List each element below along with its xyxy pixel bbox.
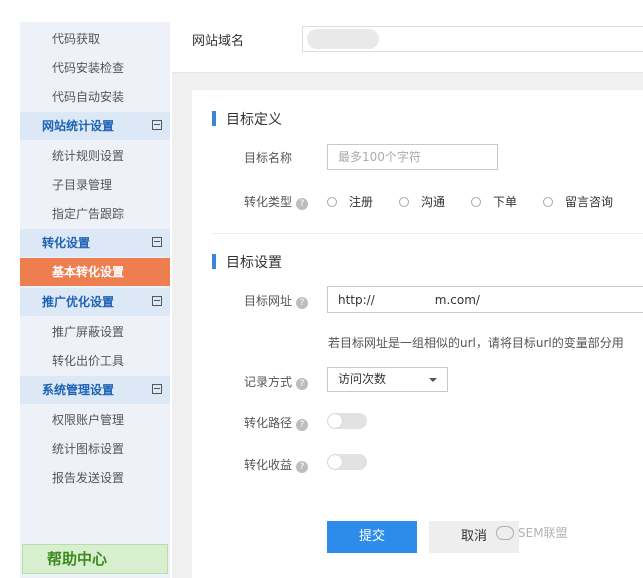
sidebar-group-promo[interactable]: 推广优化设置	[20, 288, 170, 316]
sidebar-group-conversion[interactable]: 转化设置	[20, 229, 170, 257]
conversion-path-toggle[interactable]	[327, 413, 367, 429]
sidebar-item-code-check[interactable]: 代码安装检查	[20, 54, 170, 82]
collapse-icon[interactable]	[152, 120, 162, 130]
sidebar-item-basic-conversion[interactable]: 基本转化设置	[20, 258, 170, 286]
toggle-knob	[328, 455, 342, 469]
sidebar-item-report-send[interactable]: 报告发送设置	[20, 464, 170, 492]
goal-name-input[interactable]	[327, 144, 498, 170]
sidebar-group-label: 系统管理设置	[42, 383, 115, 397]
watermark: SEM联盟	[496, 524, 568, 541]
help-icon[interactable]: ?	[296, 419, 309, 431]
sidebar: 代码获取 代码安装检查 代码自动安装 网站统计设置 统计规则设置 子目录管理 指…	[20, 22, 170, 578]
section-divider	[212, 233, 643, 234]
record-method-label: 记录方式?	[244, 373, 309, 390]
help-icon[interactable]: ?	[296, 297, 309, 309]
domain-input[interactable]	[302, 26, 643, 52]
radio-circle	[543, 196, 553, 207]
radio-circle	[399, 196, 409, 207]
radio-circle	[327, 196, 337, 207]
radio-circle	[471, 196, 481, 207]
target-url-label: 目标网址?	[244, 292, 309, 309]
section-title-goal-definition: 目标定义	[212, 109, 282, 129]
help-icon[interactable]: ?	[296, 198, 309, 210]
sidebar-item-stat-icon[interactable]: 统计图标设置	[20, 435, 170, 463]
target-url-input[interactable]	[327, 286, 643, 313]
radio-order[interactable]: 下单	[471, 193, 517, 210]
redacted-domain	[307, 29, 379, 49]
sidebar-item-code-auto-install[interactable]: 代码自动安装	[20, 83, 170, 111]
url-hint-text: 若目标网址是一组相似的url，请将目标url的变量部分用	[328, 336, 624, 350]
sidebar-group-system[interactable]: 系统管理设置	[20, 376, 170, 404]
toggle-knob	[328, 414, 342, 428]
radio-register[interactable]: 注册	[327, 193, 373, 210]
conversion-type-label: 转化类型?	[244, 193, 309, 210]
radio-communicate[interactable]: 沟通	[399, 193, 445, 210]
domain-bar: 网站域名	[172, 0, 643, 73]
sidebar-item-code-get[interactable]: 代码获取	[20, 25, 170, 53]
help-center-button[interactable]: 帮助中心	[22, 544, 168, 574]
sidebar-item-bid-tool[interactable]: 转化出价工具	[20, 347, 170, 375]
sidebar-item-stat-rules[interactable]: 统计规则设置	[20, 142, 170, 170]
conversion-path-label: 转化路径?	[244, 414, 309, 431]
help-icon[interactable]: ?	[296, 378, 309, 390]
submit-button[interactable]: 提交	[327, 521, 417, 553]
sidebar-group-label: 转化设置	[42, 236, 91, 250]
conversion-profit-label: 转化收益?	[244, 456, 309, 473]
sidebar-group-site-stats[interactable]: 网站统计设置	[20, 112, 170, 140]
collapse-icon[interactable]	[152, 237, 162, 247]
sidebar-group-label: 推广优化设置	[42, 295, 115, 309]
sidebar-item-permissions[interactable]: 权限账户管理	[20, 406, 170, 434]
section-title-goal-settings: 目标设置	[212, 252, 282, 272]
domain-label: 网站域名	[192, 34, 245, 49]
collapse-icon[interactable]	[152, 384, 162, 394]
collapse-icon[interactable]	[152, 296, 162, 306]
sidebar-group-label: 网站统计设置	[42, 119, 115, 133]
conversion-profit-toggle[interactable]	[327, 454, 367, 470]
goal-name-label: 目标名称	[244, 151, 293, 165]
radio-consult[interactable]: 留言咨询	[543, 193, 613, 210]
sidebar-item-promo-block[interactable]: 推广屏蔽设置	[20, 318, 170, 346]
chevron-down-icon	[429, 378, 437, 382]
sidebar-item-subdir[interactable]: 子目录管理	[20, 171, 170, 199]
sidebar-item-ad-tracking[interactable]: 指定广告跟踪	[20, 200, 170, 228]
record-method-select[interactable]: 访问次数	[327, 367, 448, 392]
wechat-icon	[496, 525, 514, 540]
help-icon[interactable]: ?	[296, 461, 309, 473]
